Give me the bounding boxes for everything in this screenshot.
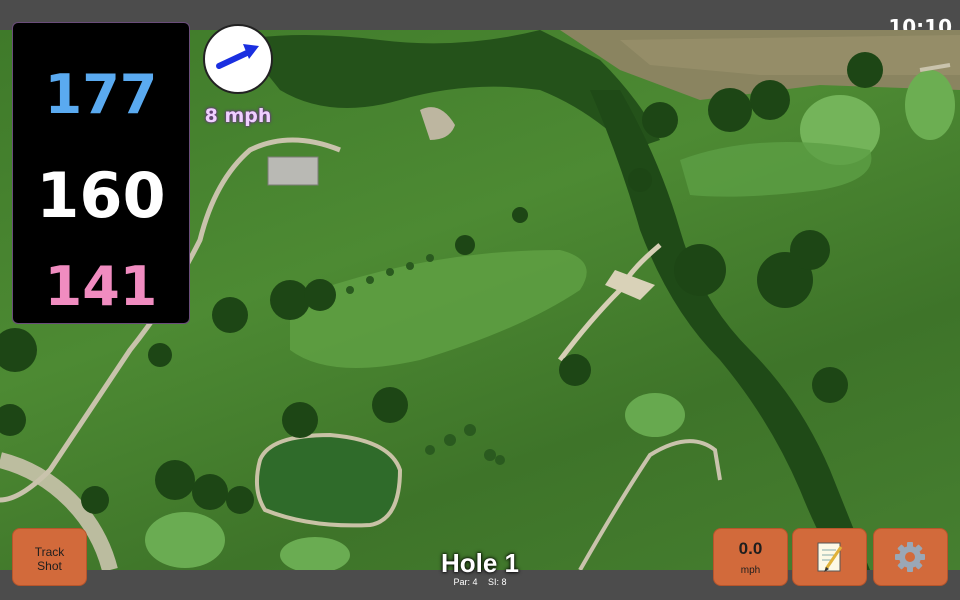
settings-button[interactable] xyxy=(873,528,948,586)
wind-speed-label: 8 mph xyxy=(204,105,272,127)
wind-indicator[interactable] xyxy=(203,24,273,94)
hole-par: Par: 4 xyxy=(453,577,478,587)
front-yardage: 141 xyxy=(44,255,158,318)
middle-yardage: 160 xyxy=(36,159,166,232)
speed-button[interactable]: 0.0 mph xyxy=(713,528,788,586)
gear-icon xyxy=(895,542,925,572)
speed-value: 0.0 xyxy=(738,539,763,558)
track-shot-button[interactable]: Track Shot xyxy=(12,528,87,586)
notes-button[interactable] xyxy=(792,528,867,586)
track-shot-label: Track Shot xyxy=(34,545,65,573)
hole-title: Hole 1 xyxy=(440,548,520,578)
speed-unit: mph xyxy=(740,565,761,576)
yardage-panel: 177 160 141 xyxy=(12,22,190,324)
notepad-icon xyxy=(817,542,843,572)
hole-info: Par: 4 SI: 8 xyxy=(380,577,580,587)
hole-stroke-index: SI: 8 xyxy=(488,577,507,587)
back-yardage: 177 xyxy=(44,63,158,126)
wind-arrow-icon xyxy=(216,44,259,69)
